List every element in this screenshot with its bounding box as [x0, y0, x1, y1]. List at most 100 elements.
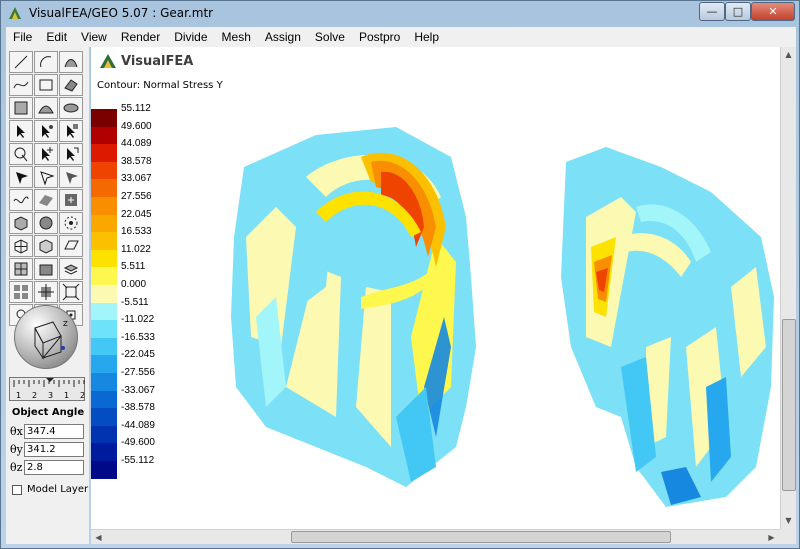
rectangle-button[interactable]	[34, 74, 58, 96]
graphics-viewport[interactable]: VisualFEA Contour: Normal Stress Y 55.11…	[91, 47, 780, 529]
horizontal-scroll-thumb[interactable]	[291, 531, 671, 543]
grid-cube-icon	[14, 239, 28, 254]
select-arrow-button[interactable]	[9, 120, 33, 142]
scroll-right-arrow-icon[interactable]: ▶	[764, 530, 779, 545]
pick-button[interactable]	[9, 166, 33, 188]
select-add-icon	[42, 147, 53, 161]
multi-block-button[interactable]	[9, 281, 33, 303]
mesh-icon	[14, 101, 28, 115]
theta-y-row: θy 341.2	[10, 441, 90, 458]
pick-solid-button[interactable]	[59, 166, 83, 188]
menu-edit[interactable]: Edit	[39, 30, 74, 44]
legend-swatch	[91, 197, 117, 216]
menu-help[interactable]: Help	[407, 30, 446, 44]
pick-arrow-button[interactable]	[34, 166, 58, 188]
block-button[interactable]	[34, 258, 58, 280]
wave-button[interactable]	[9, 189, 33, 211]
scroll-up-arrow-icon[interactable]: ▲	[781, 47, 796, 62]
menu-render[interactable]: Render	[114, 30, 167, 44]
render-gear-button[interactable]	[59, 212, 83, 234]
menu-postpro[interactable]: Postpro	[352, 30, 407, 44]
horizontal-scrollbar[interactable]: ◀ ▶	[91, 529, 780, 544]
layer-icon	[63, 264, 79, 275]
render-sphere-button[interactable]	[34, 212, 58, 234]
select-add-button[interactable]	[34, 143, 58, 165]
legend-label: 11.022	[121, 243, 151, 255]
render-gear-icon	[64, 216, 78, 230]
select-node-icon	[42, 125, 53, 138]
zoom-fit-button[interactable]	[59, 189, 83, 211]
minimize-button[interactable]: —	[699, 2, 725, 21]
dome-button[interactable]	[34, 97, 58, 119]
orientation-sphere[interactable]: Z	[14, 305, 78, 369]
size-grip-icon[interactable]	[780, 529, 796, 544]
grid-cube-button[interactable]	[9, 235, 33, 257]
sheet-button[interactable]	[34, 189, 58, 211]
menu-divide[interactable]: Divide	[167, 30, 214, 44]
theta-y-input[interactable]: 341.2	[24, 442, 84, 457]
legend-label: 27.556	[121, 191, 152, 202]
legend-label: -38.578	[121, 402, 155, 414]
menu-solve[interactable]: Solve	[308, 30, 352, 44]
legend-label: 55.112	[121, 103, 151, 114]
split-button[interactable]	[9, 258, 33, 280]
close-button[interactable]: ✕	[751, 2, 795, 21]
curve-surface-button[interactable]	[59, 51, 83, 73]
legend-swatch	[91, 144, 117, 163]
mesh-button[interactable]	[9, 97, 33, 119]
cube-button[interactable]	[34, 235, 58, 257]
select-circle-button[interactable]	[9, 143, 33, 165]
move-block-button[interactable]	[34, 281, 58, 303]
render-cube-icon	[14, 216, 28, 231]
legend-label: -44.089	[121, 419, 155, 431]
render-cube-button[interactable]	[9, 212, 33, 234]
theta-z-row: θz 2.8	[10, 459, 90, 476]
legend-label: 22.045	[121, 208, 152, 220]
model-layer-checkbox[interactable]	[12, 484, 22, 495]
select-region-button[interactable]	[59, 143, 83, 165]
menu-assign[interactable]: Assign	[258, 30, 308, 44]
arc-button[interactable]	[34, 51, 58, 73]
multi-block-icon	[14, 285, 28, 299]
surface-icon	[64, 79, 78, 92]
legend-label: 44.089	[121, 138, 152, 150]
select-face-button[interactable]	[59, 120, 83, 142]
tool-button-grid	[9, 51, 83, 326]
scale-label: 3	[48, 391, 53, 400]
curve-surface-icon	[64, 59, 78, 68]
surface-button[interactable]	[59, 74, 83, 96]
legend-label: -5.511	[121, 296, 149, 308]
maximize-button[interactable]: □	[725, 2, 751, 21]
theta-z-input[interactable]: 2.8	[24, 460, 84, 475]
layer-button[interactable]	[59, 258, 83, 280]
scale-label: 1	[64, 391, 69, 400]
scroll-down-arrow-icon[interactable]: ▼	[781, 513, 796, 528]
theta-x-row: θx 347.4	[10, 423, 90, 440]
select-region-icon	[67, 147, 79, 161]
menu-view[interactable]: View	[74, 30, 114, 44]
gear-stress-model[interactable]	[166, 87, 776, 527]
disc-button[interactable]	[59, 97, 83, 119]
scroll-left-arrow-icon[interactable]: ◀	[91, 530, 106, 545]
scale-dial[interactable]: 1 2 3 1 2	[9, 377, 85, 401]
select-arrow-icon	[17, 125, 25, 138]
object-angle-title: Object Angle	[11, 407, 85, 418]
line-button[interactable]	[9, 51, 33, 73]
menu-mesh[interactable]: Mesh	[215, 30, 258, 44]
legend-label: 16.533	[121, 226, 152, 238]
spline-button[interactable]	[9, 74, 33, 96]
model-layer-toggle[interactable]: Model Layer	[12, 484, 88, 495]
vertical-scrollbar[interactable]: ▲ ▼	[780, 47, 796, 529]
legend-label: -27.556	[121, 367, 155, 378]
plane-button[interactable]	[59, 235, 83, 257]
expand-block-button[interactable]	[59, 281, 83, 303]
legend-swatch	[91, 425, 117, 444]
select-node-button[interactable]	[34, 120, 58, 142]
menu-file[interactable]: File	[6, 30, 39, 44]
title-bar[interactable]: VisualFEA/GEO 5.07 : Gear.mtr — □ ✕	[1, 1, 800, 25]
theta-x-input[interactable]: 347.4	[24, 424, 84, 439]
menu-bar: File Edit View Render Divide Mesh Assign…	[6, 27, 796, 47]
wave-icon	[13, 196, 29, 204]
vertical-scroll-thumb[interactable]	[782, 319, 796, 491]
move-block-icon	[38, 284, 54, 300]
